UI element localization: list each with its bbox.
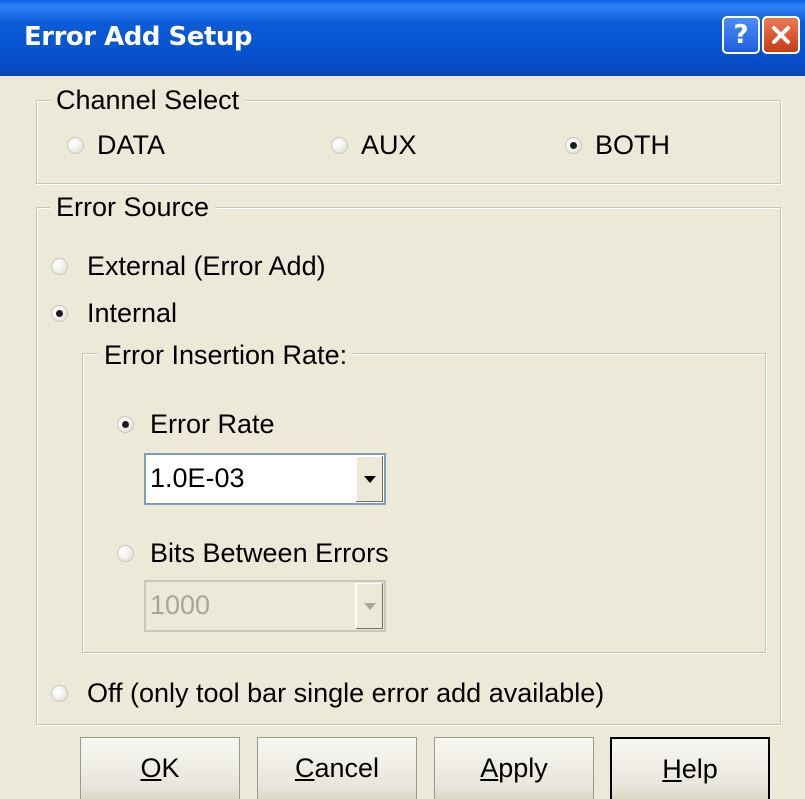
radio-internal[interactable]: Internal [52, 298, 177, 329]
radio-data-indicator[interactable] [68, 138, 83, 153]
radio-external-indicator[interactable] [52, 259, 67, 274]
radio-data-label: DATA [97, 130, 166, 160]
apply-label-rest: pply [498, 753, 548, 783]
help-label-rest: elp [681, 753, 718, 784]
error-source-label: Error Source [50, 192, 216, 222]
window-title: Error Add Setup [24, 22, 252, 52]
radio-bits-between-indicator[interactable] [118, 546, 133, 561]
radio-aux-indicator[interactable] [332, 138, 347, 153]
question-mark-icon: ? [733, 20, 749, 50]
radio-aux[interactable]: AUX [332, 130, 417, 161]
dialog-window: Error Add Setup ? Channel Select DATA AU… [0, 0, 805, 799]
radio-data[interactable]: DATA [68, 130, 165, 161]
radio-off-label: Off (only tool bar single error add avai… [87, 678, 605, 708]
ok-label-rest: K [161, 753, 180, 783]
radio-bits-between[interactable]: Bits Between Errors [118, 538, 389, 569]
cancel-button[interactable]: Cancel [257, 737, 417, 799]
cancel-label-rest: ancel [314, 753, 380, 783]
radio-both-label: BOTH [595, 130, 671, 160]
radio-bits-between-label: Bits Between Errors [150, 538, 389, 568]
title-bar[interactable]: Error Add Setup ? [0, 0, 805, 76]
bits-between-dropdown-button[interactable] [355, 583, 383, 629]
apply-mnemonic: A [480, 753, 499, 783]
radio-off[interactable]: Off (only tool bar single error add avai… [52, 678, 604, 709]
bits-between-dropdown[interactable]: 1000 [144, 580, 386, 632]
cancel-mnemonic: C [294, 753, 315, 783]
radio-error-rate[interactable]: Error Rate [118, 409, 275, 440]
bits-between-value: 1000 [150, 590, 211, 620]
help-button[interactable]: Help [610, 737, 770, 799]
insertion-rate-label: Error Insertion Rate: [98, 340, 354, 370]
error-rate-value: 1.0E-03 [150, 463, 245, 493]
chevron-down-icon [363, 602, 376, 610]
radio-off-indicator[interactable] [52, 686, 67, 701]
ok-button[interactable]: OK [80, 737, 240, 799]
radio-external-label: External (Error Add) [87, 251, 326, 281]
radio-both-indicator[interactable] [566, 138, 581, 153]
help-title-button[interactable]: ? [722, 16, 760, 54]
radio-external[interactable]: External (Error Add) [52, 251, 326, 282]
help-mnemonic: H [662, 753, 682, 784]
radio-error-rate-label: Error Rate [150, 409, 275, 439]
radio-internal-indicator[interactable] [52, 306, 67, 321]
radio-internal-label: Internal [87, 298, 178, 328]
channel-select-label: Channel Select [50, 85, 246, 115]
radio-aux-label: AUX [361, 130, 417, 160]
ok-mnemonic: O [140, 753, 162, 783]
error-rate-dropdown[interactable]: 1.0E-03 [144, 453, 386, 505]
apply-button[interactable]: Apply [434, 737, 594, 799]
chevron-down-icon [363, 475, 376, 483]
error-rate-dropdown-button[interactable] [355, 456, 383, 502]
radio-both[interactable]: BOTH [566, 130, 670, 161]
close-icon [772, 26, 790, 44]
radio-error-rate-indicator[interactable] [118, 417, 133, 432]
close-button[interactable] [762, 16, 800, 54]
